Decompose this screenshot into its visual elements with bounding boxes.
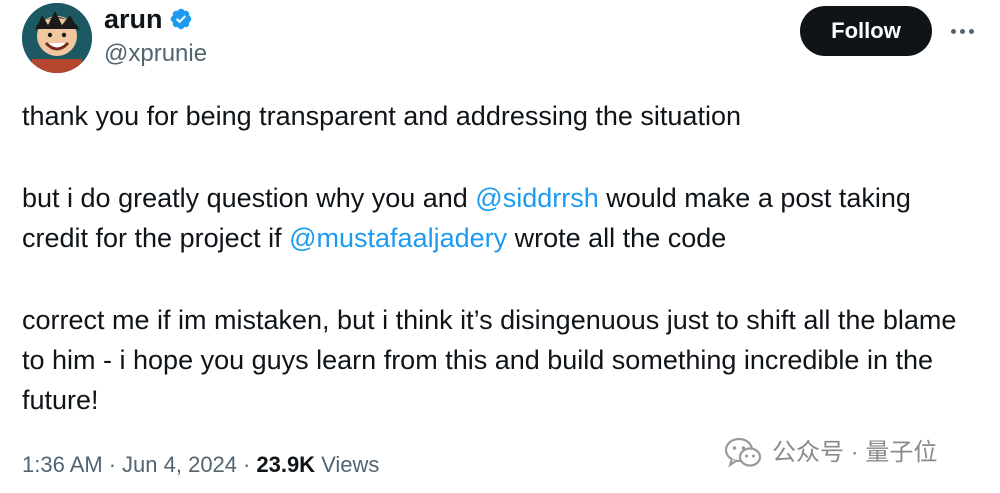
author-handle[interactable]: @xprunie <box>104 39 207 69</box>
author-name-row: arun <box>104 2 193 36</box>
meta-separator: · <box>108 452 117 477</box>
watermark: 公众号 · 量子位 <box>724 436 937 470</box>
views-label: Views <box>321 452 380 477</box>
tweet-paragraph: thank you for being transparent and addr… <box>22 96 982 136</box>
tweet-paragraph: but i do greatly question why you and @s… <box>22 178 982 258</box>
mention-link-siddrrsh[interactable]: @siddrrsh <box>475 183 598 213</box>
display-name[interactable]: arun <box>104 2 163 36</box>
meta-separator: · <box>243 452 251 477</box>
tweet-card: arun @xprunie Follow thank you for being… <box>0 0 1000 493</box>
more-horizontal-icon <box>950 28 974 34</box>
tweet-date[interactable]: Jun 4, 2024 <box>122 450 237 480</box>
more-options-button[interactable] <box>944 16 980 46</box>
mention-link-mustafaaljadery[interactable]: @mustafaaljadery <box>289 223 507 253</box>
tweet-text-segment: correct me if im mistaken, but i think i… <box>22 305 957 415</box>
tweet-text-segment: wrote all the code <box>507 223 727 253</box>
verified-badge-icon <box>169 7 193 31</box>
avatar[interactable] <box>22 3 92 73</box>
tweet-text-segment: but i do greatly question why you and <box>22 183 476 213</box>
views-count[interactable]: 23.9K <box>256 450 315 480</box>
tweet-time[interactable]: 1:36 AM <box>22 450 103 480</box>
watermark-text: 公众号 · 量子位 <box>772 439 938 466</box>
follow-button[interactable]: Follow <box>800 6 932 56</box>
wechat-logo-icon <box>724 436 762 470</box>
tweet-paragraph: correct me if im mistaken, but i think i… <box>22 300 982 420</box>
tweet-text-segment: thank you for being transparent and addr… <box>22 101 741 131</box>
tweet-text: thank you for being transparent and addr… <box>22 96 982 420</box>
anime-avatar-icon <box>22 3 92 73</box>
tweet-meta: 1:36 AM · Jun 4, 2024 · 23.9K Views <box>22 450 379 480</box>
